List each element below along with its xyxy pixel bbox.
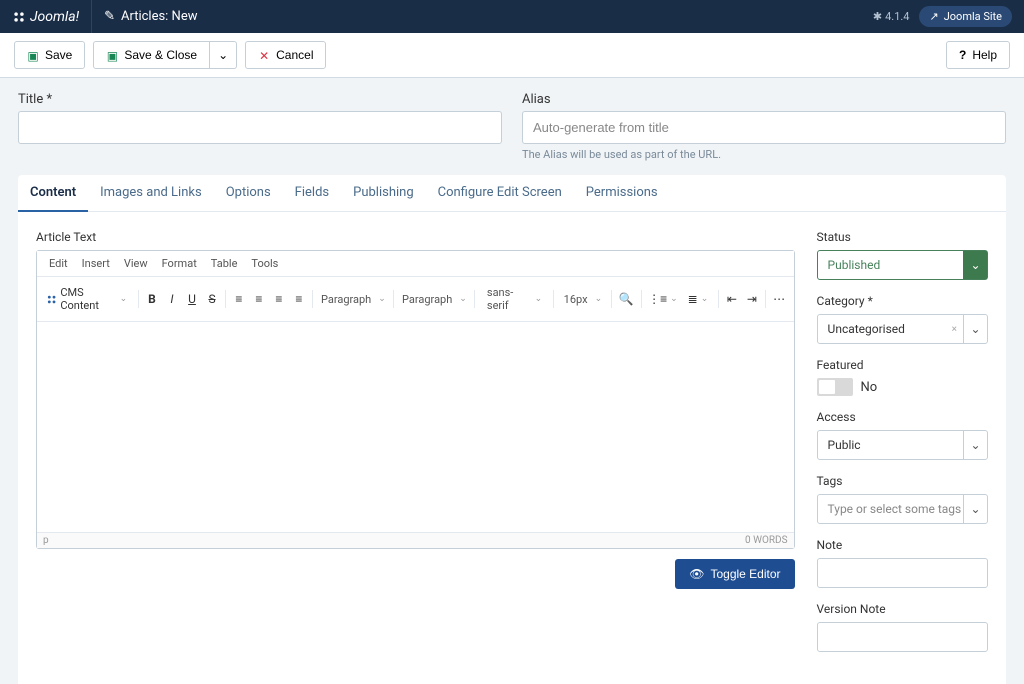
toggle-editor-button[interactable]: 👁 Toggle Editor xyxy=(675,559,794,589)
save-icon: ▣ xyxy=(27,49,39,61)
tab-content[interactable]: Content xyxy=(18,175,88,212)
bullet-list-button[interactable]: ⋮≡⌄ xyxy=(645,288,684,310)
style-select[interactable]: Paragraph⌄ xyxy=(397,287,471,312)
external-link-icon: ↗ xyxy=(929,10,938,23)
editor-statusbar: p 0 WORDS xyxy=(37,532,794,548)
chevron-down-icon: ⌄ xyxy=(117,294,131,304)
outdent-button[interactable]: ⇤ xyxy=(722,288,742,310)
featured-toggle[interactable] xyxy=(817,378,853,396)
align-left-button[interactable]: ≡ xyxy=(229,288,249,310)
editor-textarea[interactable] xyxy=(37,322,794,532)
cms-content-button[interactable]: CMS Content ⌄ xyxy=(41,282,135,316)
featured-label: Featured xyxy=(817,358,988,372)
chevron-down-icon: ⌄ xyxy=(963,315,987,343)
editor-toolbar: CMS Content ⌄ B I U S ≡ ≡ ≡ ≡ Paragraph⌄… xyxy=(37,277,794,322)
page-title: ✎ Articles: New xyxy=(104,9,197,24)
italic-button[interactable]: I xyxy=(162,288,182,310)
chevron-down-icon: ⌄ xyxy=(963,431,987,459)
block-select[interactable]: Paragraph⌄ xyxy=(316,287,390,312)
more-button[interactable]: ⋯ xyxy=(769,288,790,310)
version-note-input[interactable] xyxy=(817,622,988,652)
tab-publishing[interactable]: Publishing xyxy=(341,175,426,211)
font-select[interactable]: sans-serif⌄ xyxy=(478,280,550,318)
editor-menu-edit[interactable]: Edit xyxy=(43,255,74,272)
indent-button[interactable]: ⇥ xyxy=(742,288,762,310)
editor-menubar: Edit Insert View Format Table Tools xyxy=(37,251,794,277)
version-note-label: Version Note xyxy=(817,602,988,616)
featured-value: No xyxy=(861,380,878,395)
status-select[interactable]: Published ⌄ xyxy=(817,250,988,280)
editor-menu-format[interactable]: Format xyxy=(156,255,203,272)
form-header: Title Alias The Alias will be used as pa… xyxy=(0,78,1024,175)
sidebar: Status Published ⌄ Category Uncategorise… xyxy=(817,230,988,666)
save-close-button[interactable]: ▣ Save & Close xyxy=(93,41,210,69)
underline-button[interactable]: U xyxy=(182,288,202,310)
content-pane: Article Text Edit Insert View Format Tab… xyxy=(18,212,1006,684)
number-list-button[interactable]: ≣⌄ xyxy=(684,288,715,310)
category-label: Category xyxy=(817,294,988,308)
chevron-down-icon: ⌄ xyxy=(963,495,987,523)
tab-fields[interactable]: Fields xyxy=(283,175,341,211)
tags-label: Tags xyxy=(817,474,988,488)
title-label: Title xyxy=(18,92,502,107)
save-button[interactable]: ▣ Save xyxy=(14,41,85,69)
alias-label: Alias xyxy=(522,92,1006,107)
note-input[interactable] xyxy=(817,558,988,588)
strike-button[interactable]: S xyxy=(202,288,222,310)
bold-button[interactable]: B xyxy=(142,288,162,310)
editor-wordcount: 0 WORDS xyxy=(745,535,788,546)
clear-icon[interactable]: × xyxy=(952,324,957,335)
access-select[interactable]: Public ⌄ xyxy=(817,430,988,460)
save-icon: ▣ xyxy=(106,49,118,61)
joomla-icon: ✱ xyxy=(873,10,882,23)
toolbar: ▣ Save ▣ Save & Close ⌄ ✕ Cancel ? Help xyxy=(0,33,1024,78)
tab-images-links[interactable]: Images and Links xyxy=(88,175,214,211)
status-label: Status xyxy=(817,230,988,244)
access-label: Access xyxy=(817,410,988,424)
site-button[interactable]: ↗ Joomla Site xyxy=(919,6,1012,27)
chevron-down-icon: ⌄ xyxy=(963,251,987,279)
category-select[interactable]: Uncategorised ×⌄ xyxy=(817,314,988,344)
editor-menu-table[interactable]: Table xyxy=(205,255,244,272)
article-text-label: Article Text xyxy=(36,230,795,244)
tab-configure-edit[interactable]: Configure Edit Screen xyxy=(426,175,574,211)
title-input[interactable] xyxy=(18,111,502,144)
align-center-button[interactable]: ≡ xyxy=(249,288,269,310)
help-icon: ? xyxy=(959,48,966,62)
tabs: Content Images and Links Options Fields … xyxy=(18,175,1006,212)
help-button[interactable]: ? Help xyxy=(946,41,1010,69)
editor: Edit Insert View Format Table Tools CMS … xyxy=(36,250,795,549)
editor-path: p xyxy=(43,535,49,546)
eye-icon: 👁 xyxy=(689,567,704,581)
close-icon: ✕ xyxy=(258,49,270,61)
cancel-button[interactable]: ✕ Cancel xyxy=(245,41,326,69)
save-close-caret-button[interactable]: ⌄ xyxy=(210,41,237,69)
chevron-down-icon: ⌄ xyxy=(218,48,228,62)
version-label: ✱ 4.1.4 xyxy=(873,10,910,23)
editor-menu-insert[interactable]: Insert xyxy=(76,255,116,272)
editor-menu-tools[interactable]: Tools xyxy=(245,255,284,272)
search-button[interactable]: 🔍 xyxy=(615,288,638,310)
brand-logo[interactable]: Joomla! xyxy=(12,9,79,25)
align-right-button[interactable]: ≡ xyxy=(269,288,289,310)
tags-select[interactable]: Type or select some tags ⌄ xyxy=(817,494,988,524)
size-select[interactable]: 16px⌄ xyxy=(557,287,608,312)
align-justify-button[interactable]: ≡ xyxy=(289,288,309,310)
tab-options[interactable]: Options xyxy=(214,175,283,211)
tab-permissions[interactable]: Permissions xyxy=(574,175,670,211)
search-icon: 🔍 xyxy=(619,292,634,306)
pencil-icon: ✎ xyxy=(104,9,115,24)
editor-menu-view[interactable]: View xyxy=(118,255,154,272)
alias-hint: The Alias will be used as part of the UR… xyxy=(522,148,1006,161)
note-label: Note xyxy=(817,538,988,552)
alias-input[interactable] xyxy=(522,111,1006,144)
topbar: Joomla! ✎ Articles: New ✱ 4.1.4 ↗ Joomla… xyxy=(0,0,1024,33)
